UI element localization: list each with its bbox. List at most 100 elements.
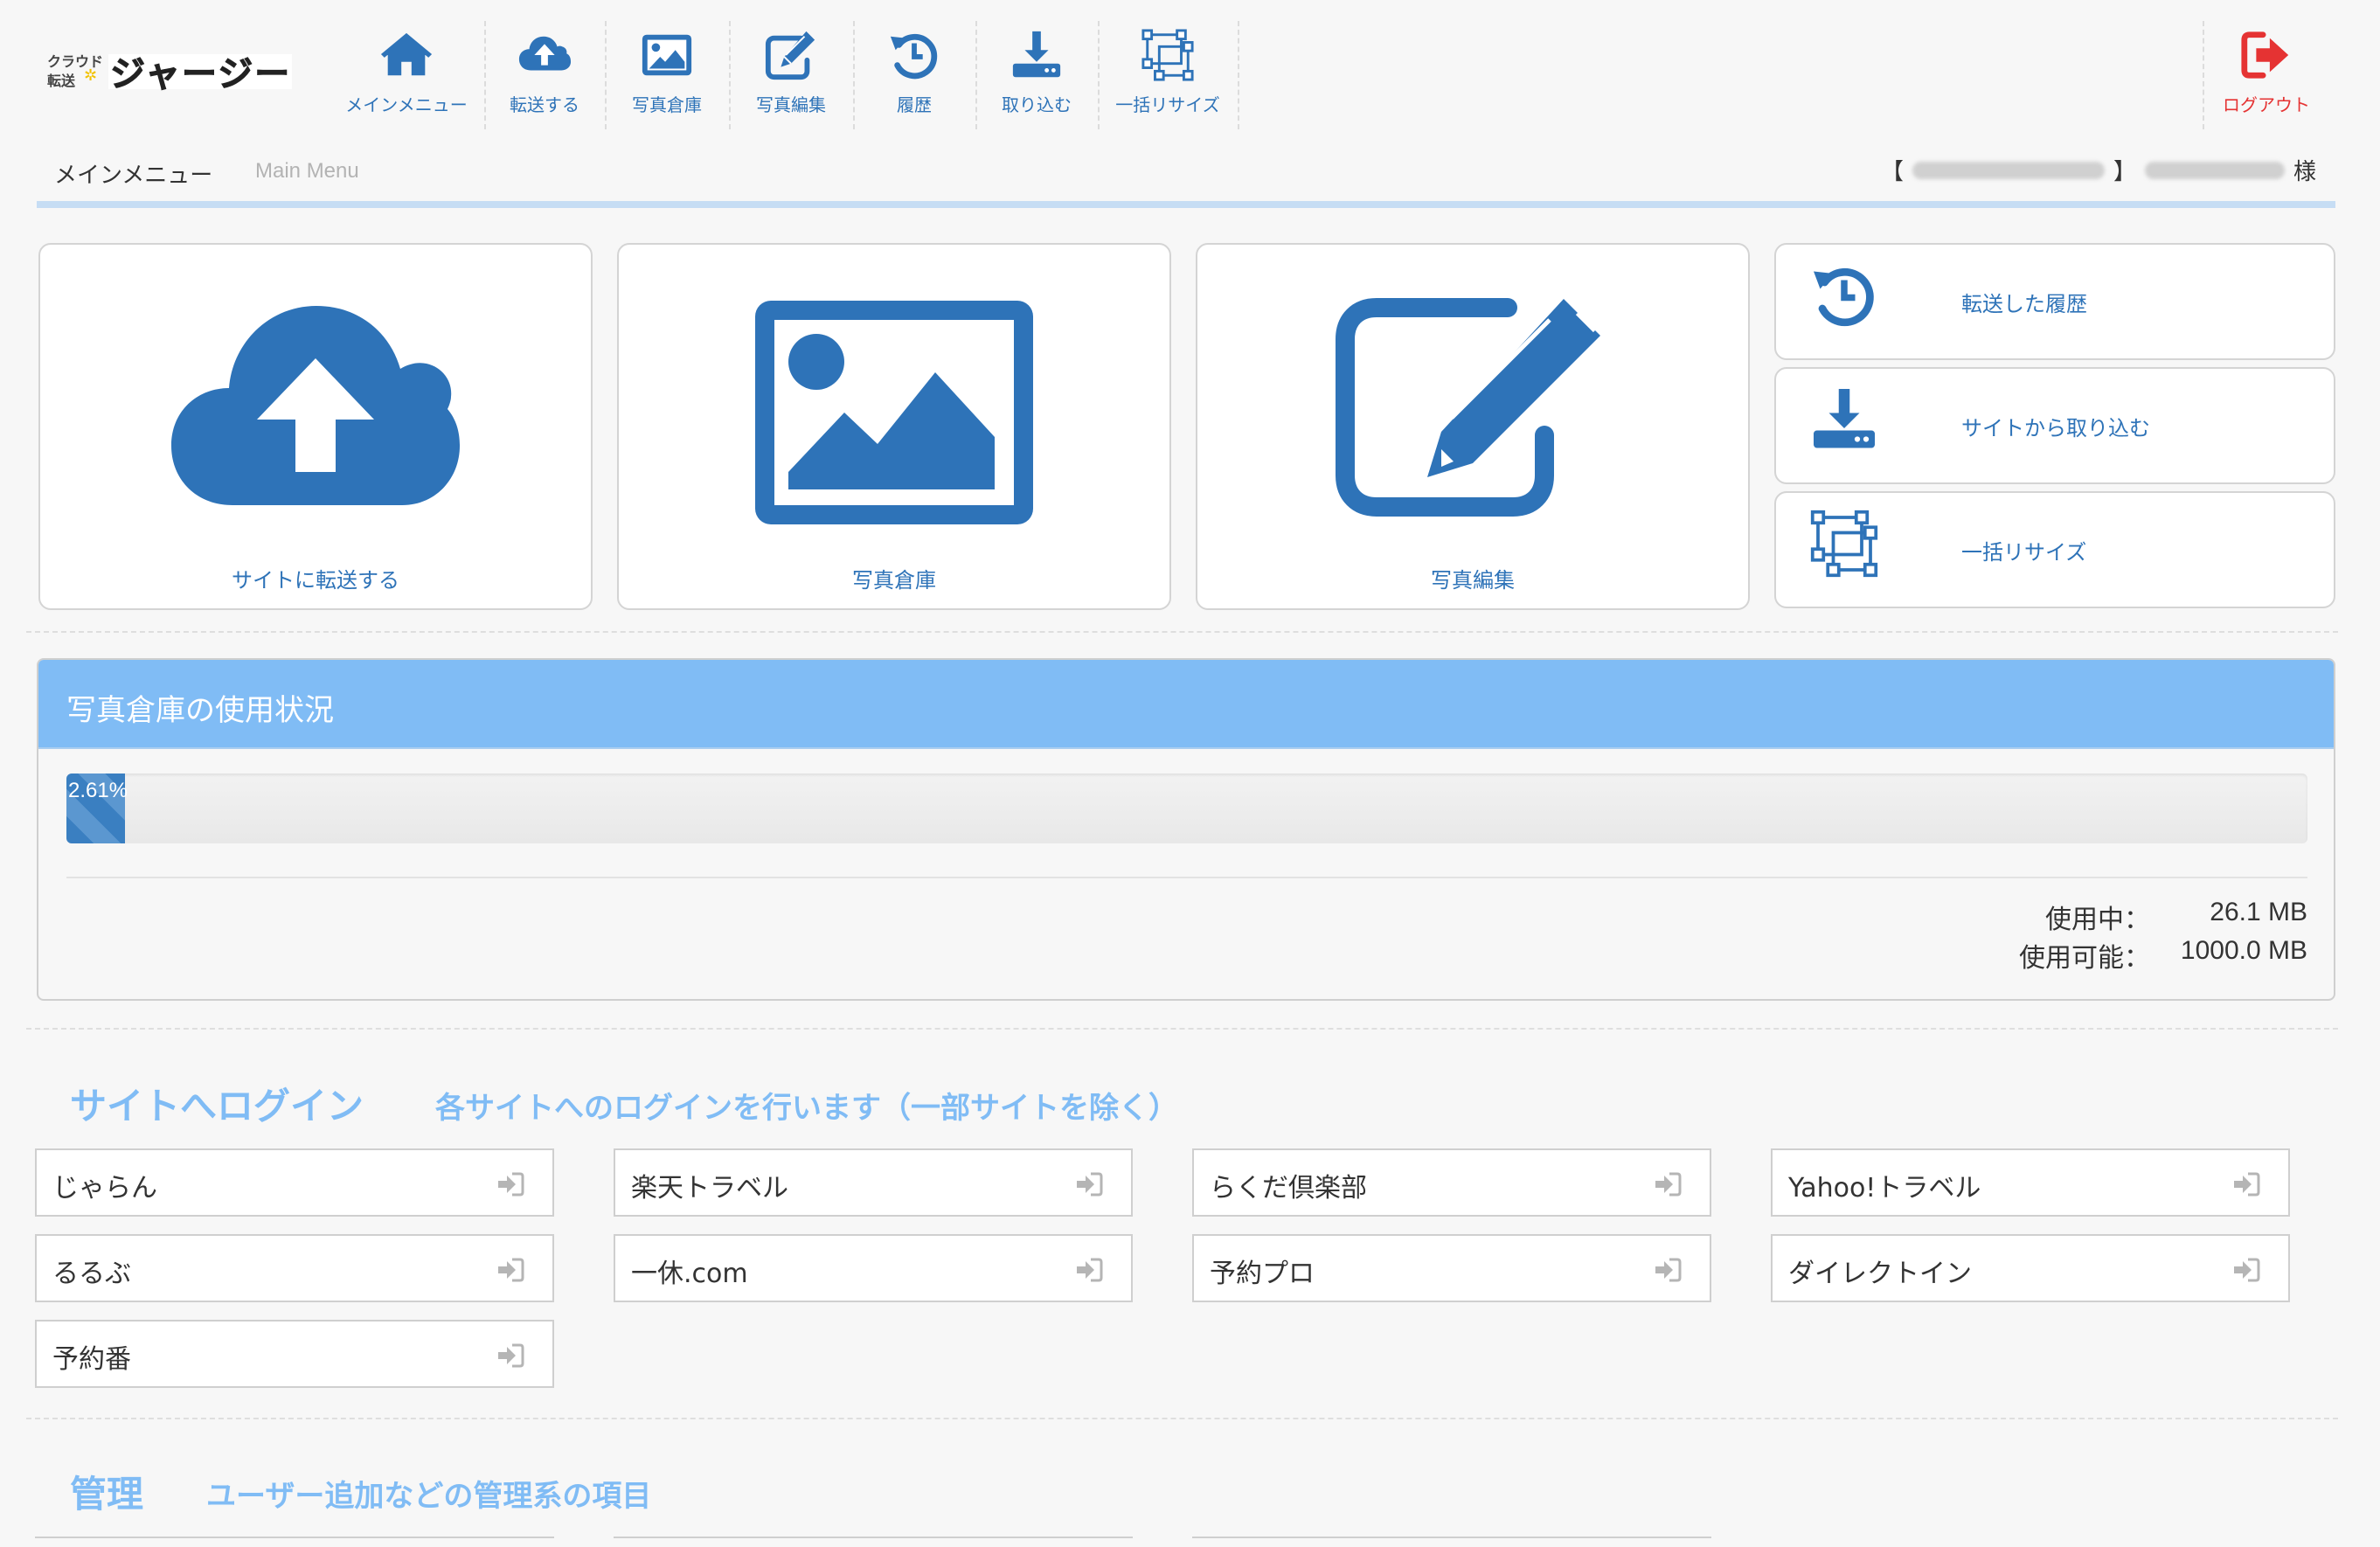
sign-in-icon xyxy=(498,1172,524,1197)
site-login-button[interactable]: じゃらん xyxy=(35,1148,554,1217)
nav-transfer[interactable]: 転送する xyxy=(486,21,603,131)
panel-divider xyxy=(66,877,2307,878)
section-divider xyxy=(26,631,2338,633)
tile-label: サイトから取り込む xyxy=(1961,416,2150,441)
admin-item-edge xyxy=(35,1537,554,1547)
nav-bulk-resize[interactable]: 一括リサイズ xyxy=(1100,21,1236,131)
breadcrumb-bar: メインメニュー Main Menu 【 】 様 xyxy=(37,147,2335,208)
tile-label: 写真編集 xyxy=(1431,568,1515,593)
svg-text:ジャージー: ジャージー xyxy=(110,54,291,93)
history-icon xyxy=(890,33,938,80)
resize-icon xyxy=(1141,29,1194,81)
admin-section-subtitle: ユーザー追加などの管理系の項目 xyxy=(206,1479,652,1514)
redacted-shop-name xyxy=(1912,161,2105,179)
user-bracket-close: 】 xyxy=(2113,159,2136,185)
nav-history[interactable]: 履歴 xyxy=(855,21,974,131)
storage-progress-bar: 2.61% xyxy=(66,774,2307,843)
top-navigation: クラウド 転送 ✲ ジャージー メインメニュー 転送する 写真倉庫 写真編集 履… xyxy=(0,0,2380,131)
logout-label: ログアウト xyxy=(2223,94,2310,115)
download-icon xyxy=(1012,31,1061,78)
tile-photo-storage[interactable]: 写真倉庫 xyxy=(617,243,1171,610)
site-login-button[interactable]: Yahoo!トラベル xyxy=(1771,1148,2290,1217)
svg-text:✲: ✲ xyxy=(84,66,97,85)
page: クラウド 転送 ✲ ジャージー メインメニュー 転送する 写真倉庫 写真編集 履… xyxy=(0,0,2380,1541)
resize-icon xyxy=(1810,510,1878,578)
site-login-button[interactable]: るるぶ xyxy=(35,1234,554,1302)
nav-label: 取り込む xyxy=(1002,94,1072,115)
user-bracket-open: 【 xyxy=(1880,159,1904,185)
nav-photo-edit[interactable]: 写真編集 xyxy=(731,21,851,131)
used-value: 26.1 MB xyxy=(2210,898,2307,926)
nav-label: 履歴 xyxy=(897,94,932,115)
sign-in-icon xyxy=(1077,1172,1103,1197)
admin-section-title: 管理 xyxy=(70,1473,144,1516)
image-icon xyxy=(755,301,1033,524)
tile-transfer-history[interactable]: 転送した履歴 xyxy=(1774,243,2335,360)
image-icon xyxy=(642,34,692,76)
edit-icon xyxy=(765,31,815,80)
nav-label: メインメニュー xyxy=(345,94,468,115)
admin-item-edge xyxy=(614,1537,1133,1547)
sign-in-icon xyxy=(1655,1258,1682,1282)
site-name: ダイレクトイン xyxy=(1788,1259,1972,1289)
download-icon xyxy=(1814,389,1875,448)
cloud-upload-icon xyxy=(171,306,460,505)
tile-bulk-resize[interactable]: 一括リサイズ xyxy=(1774,491,2335,608)
site-name: 一休.com xyxy=(631,1259,748,1289)
sign-in-icon xyxy=(1077,1258,1103,1282)
cloud-upload-icon xyxy=(518,36,572,71)
tile-label: サイトに転送する xyxy=(232,568,399,593)
user-info: 【 】 様 xyxy=(1881,154,2316,186)
tile-label: 一括リサイズ xyxy=(1961,540,2087,565)
used-key: 使用中： xyxy=(2045,905,2150,935)
site-login-button[interactable]: 一休.com xyxy=(614,1234,1133,1302)
admin-item-edge xyxy=(1192,1537,1711,1547)
sign-out-icon xyxy=(2241,31,2289,79)
site-login-button[interactable]: らくだ倶楽部 xyxy=(1192,1148,1711,1217)
site-login-button[interactable]: ダイレクトイン xyxy=(1771,1234,2290,1302)
tile-transfer-to-site[interactable]: サイトに転送する xyxy=(38,243,593,610)
app-logo[interactable]: クラウド 転送 ✲ ジャージー xyxy=(45,47,295,95)
svg-text:転送: 転送 xyxy=(47,73,76,89)
nav-label: 写真編集 xyxy=(756,94,826,115)
redacted-user-name xyxy=(2144,161,2285,179)
edit-icon xyxy=(1336,298,1600,517)
site-login-button[interactable]: 予約番 xyxy=(35,1320,554,1388)
site-name: 予約プロ xyxy=(1210,1259,1315,1289)
home-icon xyxy=(380,32,433,76)
storage-progress-fill: 2.61% xyxy=(66,774,128,843)
site-name: じゃらん xyxy=(52,1173,157,1204)
panel-header: 写真倉庫の使用状況 xyxy=(38,660,2334,749)
site-name: 予約番 xyxy=(52,1344,131,1375)
logout-button[interactable]: ログアウト xyxy=(2204,21,2328,131)
user-honorific: 様 xyxy=(2293,159,2316,185)
nav-label: 一括リサイズ xyxy=(1115,94,1220,115)
nav-main-menu[interactable]: メインメニュー xyxy=(330,21,482,131)
site-name: 楽天トラベル xyxy=(631,1173,788,1204)
nav-divider xyxy=(1238,21,1239,129)
sign-in-icon xyxy=(1655,1172,1682,1197)
login-section-title: サイトへログイン xyxy=(70,1085,364,1127)
sign-in-icon xyxy=(498,1343,524,1368)
nav-label: 写真倉庫 xyxy=(632,94,702,115)
site-name: らくだ倶楽部 xyxy=(1210,1173,1367,1204)
site-login-button[interactable]: 楽天トラベル xyxy=(614,1148,1133,1217)
used-stat: 使用中： 26.1 MB xyxy=(2045,898,2307,936)
site-login-button[interactable]: 予約プロ xyxy=(1192,1234,1711,1302)
page-title: メインメニュー xyxy=(54,163,213,189)
tile-photo-edit[interactable]: 写真編集 xyxy=(1196,243,1750,610)
nav-photo-storage[interactable]: 写真倉庫 xyxy=(607,21,727,131)
site-name: Yahoo!トラベル xyxy=(1788,1173,1981,1204)
available-key: 使用可能： xyxy=(2019,943,2150,974)
storage-usage-panel: 写真倉庫の使用状況 2.61% 使用中： 26.1 MB 使用可能： 1000.… xyxy=(37,658,2335,1001)
sign-in-icon xyxy=(2234,1258,2260,1282)
nav-import[interactable]: 取り込む xyxy=(977,21,1096,131)
login-section-subtitle: 各サイトへのログインを行います（一部サイトを除く） xyxy=(435,1091,1178,1126)
sign-in-icon xyxy=(2234,1172,2260,1197)
history-icon xyxy=(1814,267,1874,327)
section-divider xyxy=(26,1418,2338,1419)
tile-import-from-site[interactable]: サイトから取り込む xyxy=(1774,367,2335,484)
section-divider xyxy=(26,1028,2338,1030)
page-title-english: Main Menu xyxy=(255,159,359,183)
sign-in-icon xyxy=(498,1258,524,1282)
